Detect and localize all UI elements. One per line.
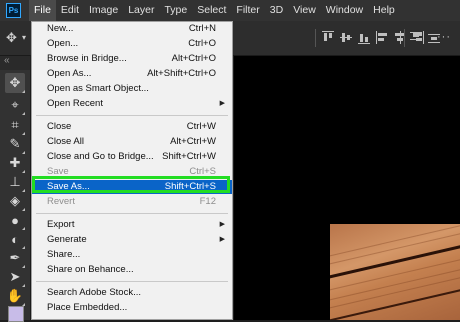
- eraser-tool-icon[interactable]: ◈: [5, 191, 25, 211]
- pen-tool-icon[interactable]: ✒: [5, 248, 25, 268]
- menu-separator: [36, 281, 228, 282]
- menu-item-new[interactable]: New... Ctrl+N: [32, 22, 232, 36]
- align-bottom-icon[interactable]: [358, 31, 370, 44]
- menu-bar: Ps File Edit Image Layer Type Select Fil…: [0, 0, 460, 21]
- blur-tool-icon[interactable]: ●: [5, 210, 25, 230]
- menu-edit[interactable]: Edit: [56, 0, 84, 21]
- tools-panel: ✥ ⌖ ⌗ ✎ ✚ ⊥ ◈ ● ◐ ✒ ➤ ✋: [0, 70, 31, 322]
- options-divider: [404, 29, 405, 47]
- menu-help[interactable]: Help: [368, 0, 400, 21]
- double-chevron-icon[interactable]: «: [4, 55, 10, 66]
- menu-image[interactable]: Image: [84, 0, 123, 21]
- submenu-arrow-icon: ▶: [219, 100, 225, 107]
- menu-item-browse-in-bridge[interactable]: Browse in Bridge... Alt+Ctrl+O: [32, 52, 232, 66]
- menu-3d[interactable]: 3D: [265, 0, 288, 21]
- menu-item-place-embedded[interactable]: Place Embedded...: [32, 301, 232, 315]
- menu-filter[interactable]: Filter: [231, 0, 264, 21]
- dodge-tool-icon[interactable]: ◐: [5, 229, 25, 249]
- menu-item-save-as[interactable]: Save As... Shift+Ctrl+S: [32, 180, 232, 194]
- submenu-arrow-icon: ▶: [219, 221, 225, 228]
- menu-type[interactable]: Type: [159, 0, 192, 21]
- menu-file[interactable]: File: [29, 0, 56, 21]
- menu-item-open[interactable]: Open... Ctrl+O: [32, 37, 232, 51]
- menu-item-share-on-behance[interactable]: Share on Behance...: [32, 263, 232, 277]
- submenu-arrow-icon: ▶: [219, 236, 225, 243]
- menu-item-open-as-smart-object[interactable]: Open as Smart Object...: [32, 82, 232, 96]
- menu-item-export[interactable]: Export ▶: [32, 218, 232, 232]
- chevron-down-icon[interactable]: ▾: [22, 33, 26, 42]
- align-left-icon[interactable]: [376, 31, 388, 44]
- move-tool-preset-icon[interactable]: ✥: [6, 30, 17, 46]
- menu-window[interactable]: Window: [321, 0, 368, 21]
- distribute-buttons: [410, 31, 440, 44]
- menu-separator: [36, 115, 228, 116]
- marquee-tool-icon[interactable]: ⌖: [5, 95, 25, 115]
- align-top-icon[interactable]: [322, 31, 334, 44]
- hand-tool-icon[interactable]: ✋: [5, 286, 25, 306]
- menu-view[interactable]: View: [288, 0, 321, 21]
- menu-separator: [36, 213, 228, 214]
- menu-item-open-recent[interactable]: Open Recent ▶: [32, 97, 232, 111]
- menu-item-open-as[interactable]: Open As... Alt+Shift+Ctrl+O: [32, 67, 232, 81]
- menu-item-search-adobe-stock[interactable]: Search Adobe Stock...: [32, 286, 232, 300]
- eyedropper-tool-icon[interactable]: ✎: [5, 134, 25, 154]
- distribute-top-icon[interactable]: [410, 31, 422, 44]
- menu-item-close-all[interactable]: Close All Alt+Ctrl+W: [32, 135, 232, 149]
- menu-item-close[interactable]: Close Ctrl+W: [32, 120, 232, 134]
- canvas-image: [330, 224, 460, 320]
- clone-stamp-tool-icon[interactable]: ⊥: [5, 172, 25, 192]
- file-menu-dropdown: New... Ctrl+N Open... Ctrl+O Browse in Bri…: [31, 21, 233, 320]
- healing-brush-tool-icon[interactable]: ✚: [5, 153, 25, 173]
- align-buttons: [322, 31, 424, 44]
- toolbar-collapse[interactable]: «: [0, 55, 30, 70]
- menu-item-share[interactable]: Share...: [32, 248, 232, 262]
- crop-tool-icon[interactable]: ⌗: [5, 115, 25, 135]
- path-selection-tool-icon[interactable]: ➤: [5, 267, 25, 287]
- menu-select[interactable]: Select: [192, 0, 231, 21]
- move-tool-icon[interactable]: ✥: [5, 73, 25, 93]
- menu-item-close-and-go-to-bridge[interactable]: Close and Go to Bridge... Shift+Ctrl+W: [32, 150, 232, 164]
- photoshop-logo-icon: Ps: [6, 3, 21, 18]
- menu-layer[interactable]: Layer: [123, 0, 159, 21]
- more-options-icon[interactable]: ···: [437, 31, 451, 43]
- menu-item-revert[interactable]: Revert F12: [32, 195, 232, 209]
- menu-item-save[interactable]: Save Ctrl+S: [32, 165, 232, 179]
- align-vertical-center-icon[interactable]: [340, 31, 352, 44]
- menu-item-generate[interactable]: Generate ▶: [32, 233, 232, 247]
- options-divider: [315, 29, 316, 47]
